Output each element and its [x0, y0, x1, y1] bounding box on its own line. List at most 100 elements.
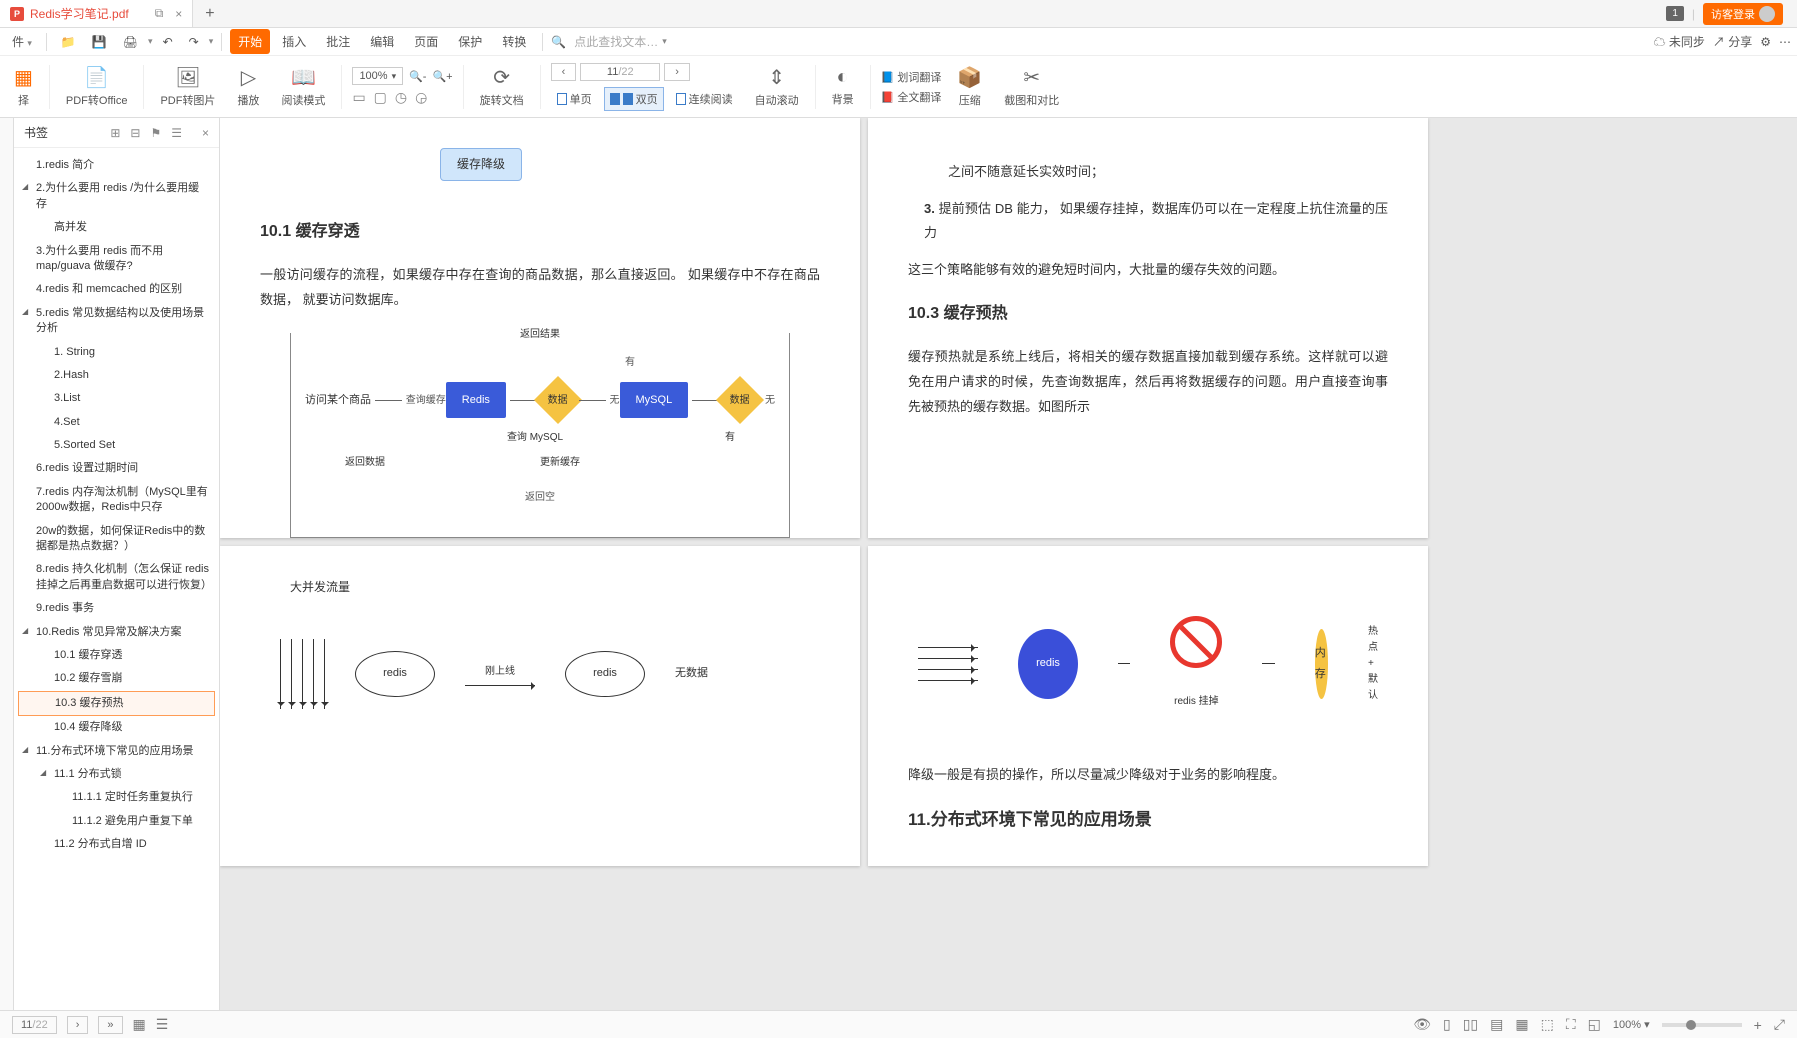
- fit-mode-icon[interactable]: ▢: [374, 89, 387, 106]
- bookmark-add-icon[interactable]: ⚑: [150, 126, 161, 140]
- close-panel-icon[interactable]: ×: [202, 126, 209, 140]
- tab-insert[interactable]: 插入: [274, 29, 314, 54]
- close-icon[interactable]: ×: [175, 7, 182, 21]
- bookmark-item[interactable]: 11.2 分布式自增 ID: [18, 833, 215, 856]
- save-icon[interactable]: 💾: [86, 31, 113, 53]
- double-page-button[interactable]: 双页: [604, 87, 664, 111]
- view-continuous-icon[interactable]: ▤: [1490, 1016, 1503, 1033]
- zoom-fit-icon[interactable]: ◱: [1588, 1016, 1601, 1033]
- search-input[interactable]: 点此查找文本…: [574, 33, 658, 50]
- page-input[interactable]: 11/22: [580, 63, 660, 81]
- single-page-button[interactable]: 单页: [551, 87, 598, 111]
- pdf-to-office-button[interactable]: 📄PDF转Office: [60, 63, 134, 110]
- menu-more-icon[interactable]: ⋯: [1779, 35, 1791, 49]
- read-mode-button[interactable]: 📖阅读模式: [275, 63, 331, 110]
- bookmark-item[interactable]: ◢10.Redis 常见异常及解决方案: [18, 621, 215, 644]
- bookmark-item[interactable]: 5.Sorted Set: [18, 434, 215, 457]
- next-page-button[interactable]: ›: [664, 63, 690, 81]
- bookmark-item[interactable]: 3.为什么要用 redis 而不用 map/guava 做缓存?: [18, 240, 215, 279]
- play-button[interactable]: ▷播放: [231, 63, 265, 110]
- fullscreen-icon[interactable]: ⛶: [1566, 1016, 1576, 1033]
- zoom-select[interactable]: 100% ▾: [352, 67, 403, 85]
- bookmark-item[interactable]: 10.2 缓存雪崩: [18, 667, 215, 690]
- document-viewport[interactable]: 缓存降级 10.1 缓存穿透 一般访问缓存的流程，如果缓存中存在查询的商品数据，…: [220, 118, 1797, 1010]
- pdf-to-image-button[interactable]: 🖼PDF转图片: [154, 63, 221, 110]
- bookmark-item[interactable]: 7.redis 内存淘汰机制（MySQL里有2000w数据，Redis中只存: [18, 481, 215, 520]
- status-zoom[interactable]: 100% ▾: [1613, 1018, 1650, 1031]
- share-button[interactable]: ↗ 分享: [1713, 33, 1752, 50]
- tab-annotate[interactable]: 批注: [318, 29, 358, 54]
- bookmark-item[interactable]: 1.redis 简介: [18, 154, 215, 177]
- bookmark-item[interactable]: ◢11.1 分布式锁: [18, 763, 215, 786]
- file-menu[interactable]: 件 ▾: [6, 29, 38, 54]
- bookmark-item[interactable]: 3.List: [18, 387, 215, 410]
- prev-page-button[interactable]: ‹: [551, 63, 577, 81]
- document-tab[interactable]: P Redis学习笔记.pdf ⧉ ×: [0, 0, 193, 27]
- status-last-button[interactable]: »: [98, 1016, 122, 1034]
- bookmark-item[interactable]: ◢11.分布式环境下常见的应用场景: [18, 740, 215, 763]
- continuous-button[interactable]: 连续阅读: [670, 87, 739, 111]
- search-icon[interactable]: 🔍: [551, 35, 566, 49]
- expand-all-icon[interactable]: ⊞: [110, 126, 120, 140]
- cloud-sync-icon[interactable]: ☁ 未同步: [1654, 33, 1705, 50]
- view-double-icon[interactable]: ▯▯: [1463, 1016, 1478, 1033]
- eye-mode-icon[interactable]: 👁: [1413, 1016, 1431, 1033]
- compress-button[interactable]: 📦压缩: [951, 63, 988, 110]
- bookmark-item[interactable]: 10.4 缓存降级: [18, 716, 215, 739]
- status-page-input[interactable]: 11/22: [12, 1016, 57, 1034]
- settings-icon[interactable]: ⚙: [1760, 35, 1771, 49]
- bookmark-item[interactable]: 8.redis 持久化机制（怎么保证 redis 挂掉之后再重启数据可以进行恢复…: [18, 558, 215, 597]
- tab-convert[interactable]: 转换: [494, 29, 534, 54]
- window-icon[interactable]: ⧉: [155, 6, 164, 21]
- new-tab-button[interactable]: +: [193, 5, 226, 23]
- bookmark-item[interactable]: 2.Hash: [18, 364, 215, 387]
- zoom-out-icon[interactable]: 🔍-: [409, 70, 426, 83]
- fit-mode-icon[interactable]: ◷: [395, 89, 407, 106]
- zoom-in-icon[interactable]: 🔍+: [432, 70, 452, 83]
- bookmark-list-icon[interactable]: ☰: [171, 126, 182, 140]
- bookmark-item[interactable]: ◢2.为什么要用 redis /为什么要用缓存: [18, 177, 215, 216]
- open-icon[interactable]: 📁: [55, 31, 82, 53]
- fit-page-icon[interactable]: ⬚: [1541, 1016, 1554, 1033]
- bookmark-item[interactable]: 6.redis 设置过期时间: [18, 457, 215, 480]
- tab-edit[interactable]: 编辑: [362, 29, 402, 54]
- bookmark-item[interactable]: 4.redis 和 memcached 的区别: [18, 278, 215, 301]
- bookmark-item[interactable]: ◢5.redis 常见数据结构以及使用场景分析: [18, 302, 215, 341]
- bookmark-item[interactable]: 11.1.2 避免用户重复下单: [18, 810, 215, 833]
- bookmark-item[interactable]: 10.1 缓存穿透: [18, 644, 215, 667]
- bookmark-item[interactable]: 10.3 缓存预热: [18, 691, 215, 716]
- tab-start[interactable]: 开始: [230, 29, 270, 54]
- background-button[interactable]: ◐背景: [826, 64, 860, 109]
- fit-mode-icon[interactable]: ▭: [352, 89, 365, 106]
- translate-selection-button[interactable]: 📘 划词翻译: [881, 69, 942, 85]
- bookmark-item[interactable]: 20w的数据，如何保证Redis中的数据都是热点数据？）: [18, 520, 215, 559]
- undo-icon[interactable]: ↶: [157, 31, 179, 53]
- notification-badge[interactable]: 1: [1666, 6, 1684, 21]
- bookmark-item[interactable]: 高并发: [18, 216, 215, 239]
- login-button[interactable]: 访客登录: [1703, 3, 1783, 25]
- status-next-button[interactable]: ›: [67, 1016, 89, 1034]
- crop-compare-button[interactable]: ✂截图和对比: [998, 63, 1065, 110]
- fit-width-button[interactable]: ⇕自动滚动: [749, 63, 805, 110]
- bookmark-item[interactable]: 4.Set: [18, 411, 215, 434]
- print-icon[interactable]: 🖨: [117, 31, 144, 53]
- expand-icon[interactable]: ⤢: [1774, 1016, 1785, 1033]
- side-panel-toggle[interactable]: ▦择: [8, 63, 39, 110]
- bookmark-item[interactable]: 11.1.1 定时任务重复执行: [18, 786, 215, 809]
- rotate-button[interactable]: ⟳旋转文档: [474, 63, 530, 110]
- tab-protect[interactable]: 保护: [450, 29, 490, 54]
- collapse-all-icon[interactable]: ⊟: [130, 126, 140, 140]
- bookmark-item[interactable]: 9.redis 事务: [18, 597, 215, 620]
- tab-page[interactable]: 页面: [406, 29, 446, 54]
- side-tabs[interactable]: [0, 118, 14, 1010]
- fit-mode-icon[interactable]: ◶: [415, 89, 427, 106]
- translate-full-button[interactable]: 📕 全文翻译: [881, 89, 942, 105]
- zoom-slider[interactable]: [1662, 1023, 1742, 1027]
- view-single-icon[interactable]: ▯: [1443, 1016, 1451, 1033]
- page-list-icon[interactable]: ☰: [156, 1016, 169, 1033]
- bookmark-item[interactable]: 1. String: [18, 341, 215, 364]
- redo-icon[interactable]: ↷: [183, 31, 205, 53]
- zoom-in-icon[interactable]: +: [1754, 1017, 1762, 1033]
- view-grid-icon[interactable]: ▦: [1515, 1016, 1528, 1033]
- page-thumbnails-icon[interactable]: ▦: [133, 1016, 146, 1033]
